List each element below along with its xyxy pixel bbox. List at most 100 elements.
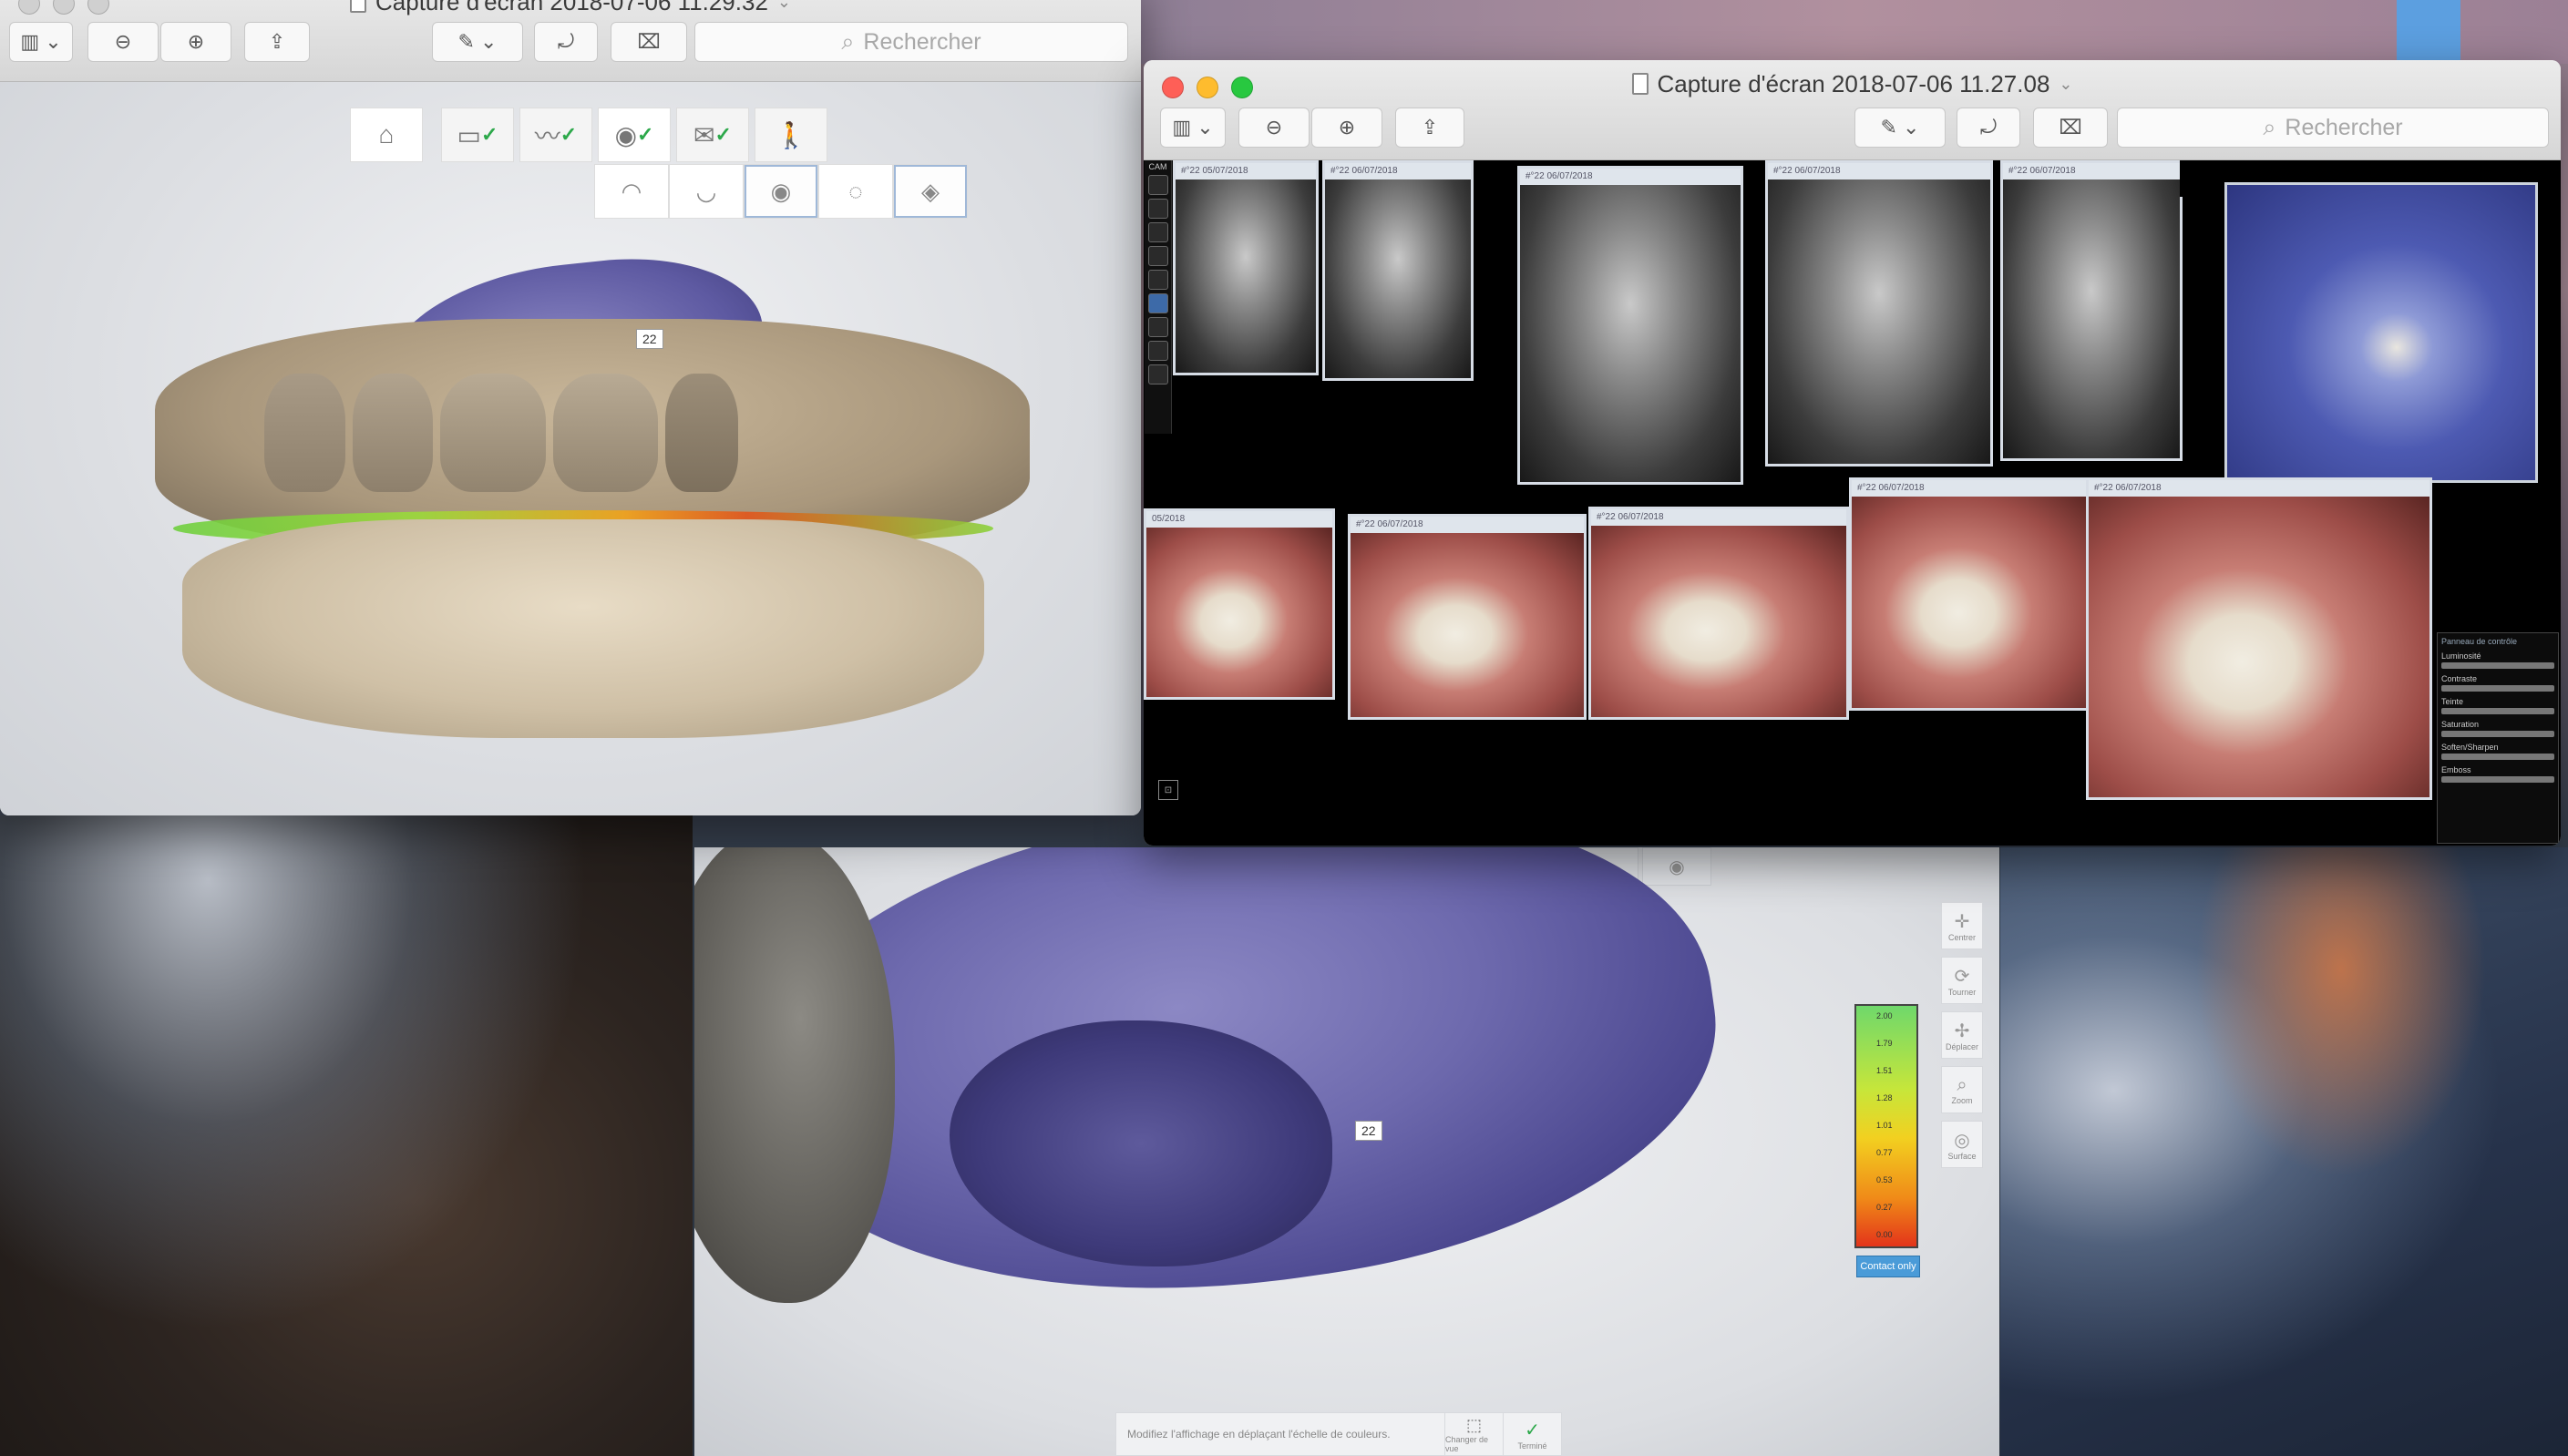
clinical-photo-thumbnail[interactable]: 05/2018 bbox=[1144, 508, 1335, 700]
control-label: Saturation bbox=[2441, 720, 2480, 729]
center-button[interactable]: ✛ Centrer bbox=[1941, 902, 1983, 949]
xray-image bbox=[2003, 179, 2180, 458]
workflow-step[interactable]: ▭ ✓ bbox=[441, 108, 514, 162]
select-icon[interactable] bbox=[1148, 293, 1168, 313]
change-view-label: Changer de vue bbox=[1445, 1434, 1489, 1453]
rotate-right-icon[interactable] bbox=[1148, 199, 1168, 219]
rotate-button[interactable]: ⟳ Tourner bbox=[1941, 957, 1983, 1004]
clinical-photo-glove[interactable] bbox=[2224, 182, 2538, 483]
dental-arch-model[interactable] bbox=[155, 244, 1030, 774]
xray-thumbnail[interactable]: #°22 06/07/2018 bbox=[1322, 160, 1474, 381]
thumb-header: #°22 06/07/2018 bbox=[2003, 163, 2180, 179]
scale-tick: 0.27 bbox=[1876, 1203, 1893, 1212]
window-titlebar[interactable]: Capture d'écran 2018-07-06 11.27.08 ⌄ ▥ … bbox=[1144, 60, 2561, 160]
tooth[interactable] bbox=[352, 374, 434, 492]
window-title: Capture d'écran 2018-07-06 11.29.32 bbox=[375, 0, 768, 15]
surface-button[interactable]: ◎ Surface bbox=[1941, 1121, 1983, 1168]
zoom-out-button[interactable]: ⊖ bbox=[87, 22, 159, 62]
hand-icon[interactable] bbox=[1148, 270, 1168, 290]
chevron-down-icon[interactable]: ⌄ bbox=[2059, 75, 2072, 94]
zoom-button[interactable]: ⌕ Zoom bbox=[1941, 1066, 1983, 1113]
checkmark-icon: ✓ bbox=[1525, 1420, 1540, 1441]
change-view-button[interactable]: ⬚ Changer de vue bbox=[1444, 1413, 1503, 1455]
tint-slider[interactable] bbox=[2441, 708, 2554, 714]
sidebar-toggle-button[interactable]: ▥ ⌄ bbox=[1160, 108, 1226, 148]
contact-only-button[interactable]: Contact only bbox=[1856, 1256, 1920, 1277]
sub-tool[interactable]: ◡ bbox=[669, 164, 744, 219]
xray-thumbnail[interactable]: #°22 06/07/2018 bbox=[1517, 166, 1743, 485]
rotate-button[interactable]: ⤾ bbox=[1957, 108, 2020, 148]
sharpen-slider[interactable] bbox=[2441, 754, 2554, 760]
sub-tool[interactable]: ◌ bbox=[818, 164, 893, 219]
frame-icon[interactable]: ⊡ bbox=[1158, 780, 1178, 800]
tooth[interactable] bbox=[552, 374, 659, 492]
control-panel[interactable]: Panneau de contrôle Luminosité Contraste… bbox=[2437, 632, 2559, 844]
search-placeholder: Rechercher bbox=[863, 28, 981, 55]
copy-icon[interactable] bbox=[1148, 222, 1168, 242]
crop-icon[interactable] bbox=[1148, 317, 1168, 337]
window-titlebar[interactable]: Capture d'écran 2018-07-06 11.29.32 ⌄ ▥ … bbox=[0, 0, 1141, 82]
workflow-step[interactable]: ✉ ✓ bbox=[676, 108, 749, 162]
xray-thumbnail[interactable]: #°22 06/07/2018 bbox=[1765, 160, 1993, 467]
search-icon: ⌕ bbox=[841, 28, 855, 55]
preview-window-3d[interactable]: Capture d'écran 2018-07-06 11.29.32 ⌄ ▥ … bbox=[0, 0, 1141, 815]
tooth-preparation[interactable] bbox=[665, 374, 739, 492]
move-button[interactable]: ✢ Déplacer bbox=[1941, 1011, 1983, 1059]
rotate-icon: ⟳ bbox=[1954, 966, 1970, 987]
share-button[interactable]: ⇪ bbox=[244, 22, 310, 62]
zoom-in-button[interactable]: ⊕ bbox=[1311, 108, 1382, 148]
document-icon bbox=[1631, 73, 1649, 95]
emboss-slider[interactable] bbox=[2441, 776, 2554, 783]
tooth[interactable] bbox=[264, 374, 345, 492]
xray-thumbnail[interactable]: #°22 05/07/2018 bbox=[1173, 160, 1319, 375]
control-panel-title: Panneau de contrôle bbox=[2441, 637, 2518, 646]
dental-3d-canvas[interactable]: ⌂ ▭ ✓ 〰 ✓ ◉ ✓ ✉ ✓ 🚶 ◠ ◡ ◉ ◌ ◈ 22 bbox=[0, 82, 1141, 815]
chevron-down-icon[interactable]: ⌄ bbox=[777, 0, 791, 12]
workflow-step[interactable]: 〰 ✓ bbox=[519, 108, 592, 162]
workflow-step[interactable]: 🚶 bbox=[755, 108, 827, 162]
window-title-group: Capture d'écran 2018-07-06 11.29.32 ⌄ bbox=[0, 0, 1141, 20]
saturation-slider[interactable] bbox=[2441, 731, 2554, 737]
share-button[interactable]: ⇪ bbox=[1395, 108, 1464, 148]
glove-photo bbox=[2227, 185, 2535, 480]
contrast-slider[interactable] bbox=[2441, 685, 2554, 692]
clinical-photo-thumbnail[interactable]: #°22 06/07/2018 bbox=[2086, 477, 2432, 800]
toolbox-button[interactable]: ⌧ bbox=[611, 22, 687, 62]
zoom-in-button[interactable]: ⊕ bbox=[160, 22, 231, 62]
compare-icon[interactable] bbox=[1148, 246, 1168, 266]
home-icon: ⌂ bbox=[378, 120, 395, 149]
markup-button[interactable]: ✎ ⌄ bbox=[1854, 108, 1946, 148]
contrast-icon[interactable] bbox=[1148, 341, 1168, 361]
search-field[interactable]: ⌕ Rechercher bbox=[694, 22, 1128, 62]
done-button[interactable]: ✓ Terminé bbox=[1503, 1413, 1561, 1455]
markup-button[interactable]: ✎ ⌄ bbox=[432, 22, 523, 62]
rotate-left-icon[interactable] bbox=[1148, 175, 1168, 195]
tooth[interactable] bbox=[440, 374, 546, 492]
sub-tool[interactable]: ◉ bbox=[744, 164, 818, 219]
center-icon: ✛ bbox=[1954, 911, 1970, 932]
sidebar-toggle-button[interactable]: ▥ ⌄ bbox=[9, 22, 73, 62]
cam-label: CAM bbox=[1148, 162, 1167, 171]
tooth-icon[interactable] bbox=[1148, 364, 1168, 385]
clinical-photo-thumbnail[interactable]: #°22 06/07/2018 bbox=[1588, 507, 1849, 720]
imaging-workspace[interactable]: CAM #°22 05/07/2018 #°22 06/07/2018 #°22… bbox=[1144, 160, 2561, 846]
search-field[interactable]: ⌕ Rechercher bbox=[2117, 108, 2549, 148]
workflow-step[interactable]: ◉ ✓ bbox=[598, 108, 671, 162]
brightness-slider[interactable] bbox=[2441, 662, 2554, 669]
thumb-header: #°22 06/07/2018 bbox=[1768, 163, 1990, 179]
zoom-out-button[interactable]: ⊖ bbox=[1238, 108, 1310, 148]
thumb-header: #°22 06/07/2018 bbox=[1351, 517, 1584, 533]
dental-3d-viewer[interactable]: ◠ ◠ ◉ ◠ ◉ 22 ✛Centrer ⟳Tourner ✢Déplacer… bbox=[694, 847, 1999, 1456]
step-thumb[interactable]: ◉ bbox=[1642, 847, 1711, 886]
clinical-photo-thumbnail[interactable]: #°22 06/07/2018 bbox=[1849, 477, 2091, 711]
sub-tool[interactable]: ◈ bbox=[893, 164, 968, 219]
distance-color-scale[interactable]: 2.00 1.79 1.51 1.28 1.01 0.77 0.53 0.27 … bbox=[1854, 1004, 1918, 1248]
sub-tool[interactable]: ◠ bbox=[594, 164, 669, 219]
search-icon: ⌕ bbox=[2263, 114, 2276, 140]
rotate-button[interactable]: ⤾ bbox=[534, 22, 598, 62]
home-step[interactable]: ⌂ bbox=[350, 108, 423, 162]
toolbox-button[interactable]: ⌧ bbox=[2033, 108, 2108, 148]
preview-window-imaging[interactable]: Capture d'écran 2018-07-06 11.27.08 ⌄ ▥ … bbox=[1144, 60, 2561, 846]
clinical-photo-thumbnail[interactable]: #°22 06/07/2018 bbox=[1348, 514, 1587, 720]
xray-thumbnail[interactable]: #°22 06/07/2018 bbox=[2000, 160, 2183, 461]
